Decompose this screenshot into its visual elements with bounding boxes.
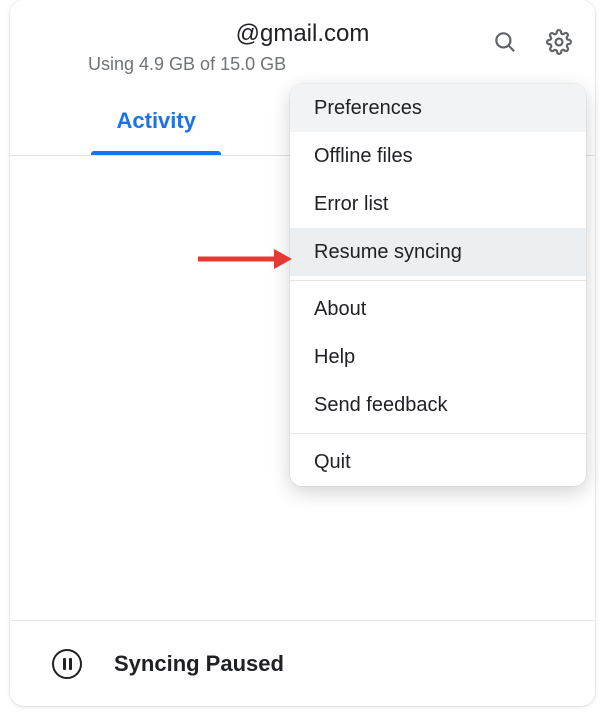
menu-item-label: About: [314, 298, 366, 321]
menu-separator: [290, 280, 586, 281]
menu-preferences[interactable]: Preferences: [290, 84, 586, 132]
header: @gmail.com Using 4.9 GB of 15.0 GB: [10, 0, 595, 86]
tab-activity[interactable]: Activity: [10, 86, 303, 155]
menu-item-label: Offline files: [314, 145, 413, 168]
menu-item-label: Error list: [314, 193, 388, 216]
menu-item-label: Preferences: [314, 97, 422, 120]
menu-item-label: Resume syncing: [314, 241, 462, 264]
drive-sync-window: @gmail.com Using 4.9 GB of 15.0 GB Activ…: [10, 0, 595, 706]
menu-about[interactable]: About: [290, 285, 586, 333]
storage-usage: Using 4.9 GB of 15.0 GB: [88, 54, 595, 75]
menu-help[interactable]: Help: [290, 333, 586, 381]
search-icon[interactable]: [491, 28, 519, 56]
tab-label: Activity: [117, 108, 196, 134]
settings-menu: Preferences Offline files Error list Res…: [290, 84, 586, 486]
status-text: Syncing Paused: [114, 651, 284, 677]
menu-item-label: Help: [314, 346, 355, 369]
menu-offline-files[interactable]: Offline files: [290, 132, 586, 180]
menu-separator: [290, 433, 586, 434]
header-actions: [491, 28, 573, 56]
menu-item-label: Send feedback: [314, 394, 447, 417]
menu-send-feedback[interactable]: Send feedback: [290, 381, 586, 429]
menu-error-list[interactable]: Error list: [290, 180, 586, 228]
menu-quit[interactable]: Quit: [290, 438, 586, 486]
pause-icon: [52, 649, 82, 679]
menu-resume-syncing[interactable]: Resume syncing: [290, 228, 586, 276]
footer: Syncing Paused: [10, 620, 595, 706]
gear-icon[interactable]: [545, 28, 573, 56]
menu-item-label: Quit: [314, 451, 351, 474]
